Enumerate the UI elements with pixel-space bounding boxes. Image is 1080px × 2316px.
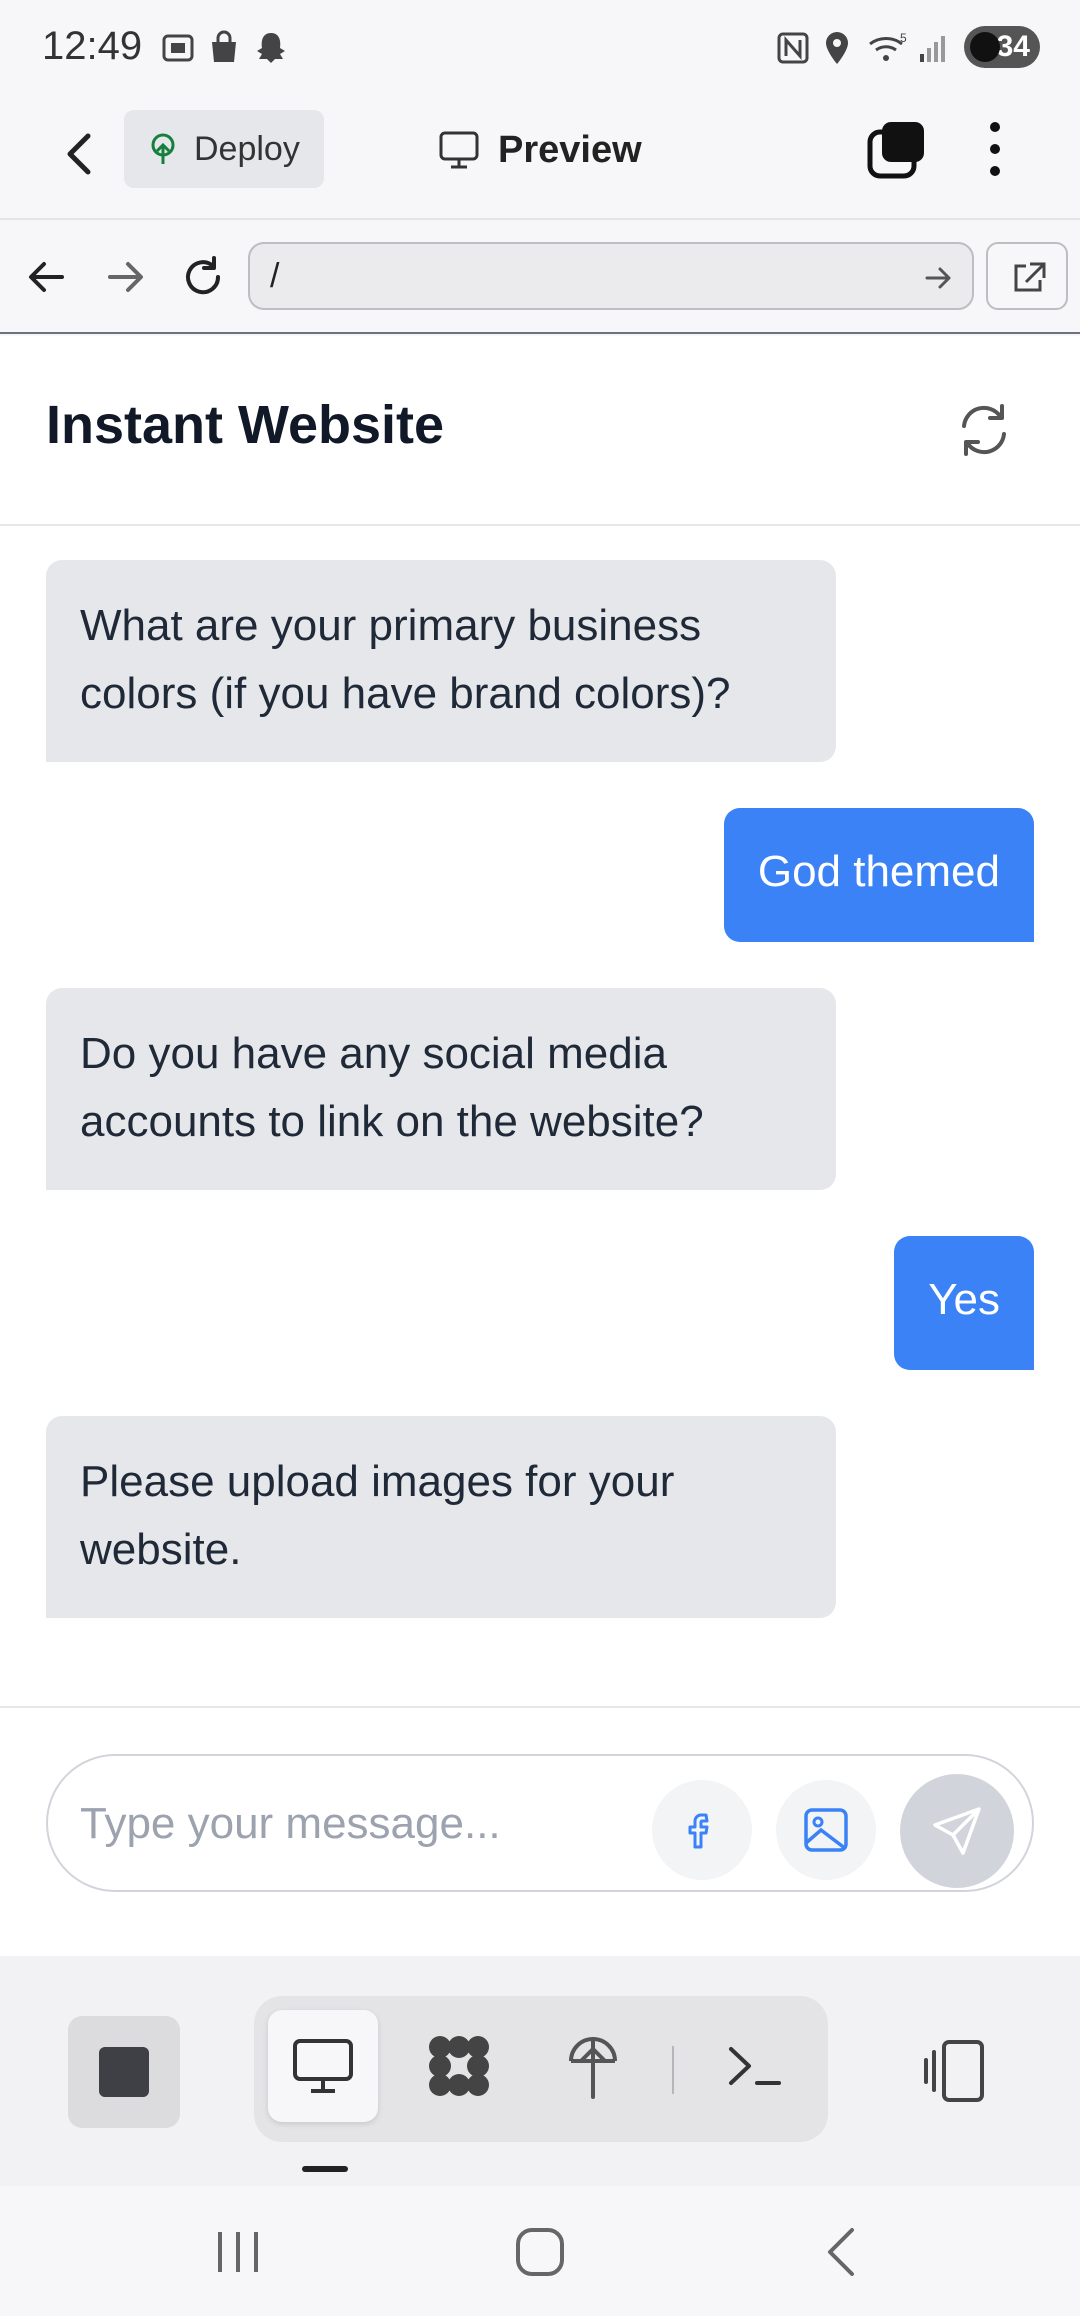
refresh-icon[interactable] <box>952 398 1016 462</box>
bottom-toolbar <box>0 1956 1080 2186</box>
deploy-button[interactable]: Deploy <box>124 110 324 188</box>
apps-icon <box>429 2036 489 2096</box>
battery-indicator: 34 <box>964 26 1040 68</box>
reload-icon[interactable] <box>178 252 228 302</box>
app-header: Deploy Preview <box>0 96 1080 220</box>
monitor-icon <box>439 131 479 169</box>
tabs-icon[interactable] <box>866 118 928 180</box>
active-indicator <box>302 2166 348 2172</box>
tab-preview[interactable] <box>268 2010 378 2122</box>
arrow-left-icon[interactable] <box>22 252 72 302</box>
view-switcher <box>254 1996 828 2142</box>
screenshot-icon <box>162 34 194 62</box>
bot-message: What are your primary business colors (i… <box>46 560 836 762</box>
system-back-icon[interactable] <box>812 2222 872 2282</box>
bot-message: Please upload images for your website. <box>46 1416 836 1618</box>
desktop-icon <box>293 2039 353 2093</box>
tab-apps[interactable] <box>404 2010 514 2122</box>
signal-icon <box>920 36 945 62</box>
message-composer <box>0 1706 1080 1956</box>
charging-icon <box>970 32 1000 62</box>
image-icon <box>804 1808 848 1852</box>
status-time: 12:49 <box>42 24 143 68</box>
back-icon[interactable] <box>50 124 110 184</box>
external-link-icon <box>1014 262 1046 292</box>
deploy-icon <box>569 2037 617 2099</box>
user-message: God themed <box>723 808 1034 942</box>
battery-level: 34 <box>996 30 1030 63</box>
recent-apps-icon[interactable] <box>208 2222 268 2282</box>
browser-bar: / <box>0 220 1080 334</box>
divider <box>672 2046 674 2094</box>
bot-message: Do you have any social media accounts to… <box>46 988 836 1190</box>
url-text: / <box>270 256 280 295</box>
message-input[interactable] <box>80 1786 660 1862</box>
system-navigation-bar <box>0 2186 1080 2316</box>
send-icon <box>933 1807 981 1855</box>
open-external-button[interactable] <box>986 242 1068 310</box>
send-button[interactable] <box>900 1774 1014 1888</box>
message-input-wrapper <box>46 1754 1034 1892</box>
go-arrow-icon[interactable] <box>922 262 954 294</box>
split-view-icon[interactable] <box>920 2036 990 2106</box>
stop-icon <box>99 2047 149 2097</box>
snapchat-icon <box>257 33 285 63</box>
location-icon <box>826 32 848 64</box>
page-header: Instant Website <box>0 336 1080 526</box>
page-title: Instant Website <box>46 395 445 455</box>
social-link-button[interactable] <box>652 1780 752 1880</box>
tab-console[interactable] <box>700 2010 810 2122</box>
web-preview: Instant Website What are your primary bu… <box>0 336 1080 1956</box>
upload-image-button[interactable] <box>776 1780 876 1880</box>
arrow-right-icon[interactable] <box>100 252 150 302</box>
deploy-icon <box>151 133 175 164</box>
home-icon[interactable] <box>510 2222 570 2282</box>
shopping-bag-icon <box>212 30 236 62</box>
terminal-icon <box>729 2047 781 2085</box>
svg-text:5: 5 <box>900 31 907 45</box>
status-bar: 12:49 5 34 <box>0 0 1080 96</box>
preview-label: Preview <box>498 128 642 171</box>
tab-deploy[interactable] <box>538 2010 648 2122</box>
facebook-icon <box>688 1813 709 1849</box>
more-icon[interactable] <box>980 118 1010 180</box>
preview-tab[interactable]: Preview <box>438 118 642 182</box>
deploy-label: Deploy <box>194 129 300 168</box>
stop-button[interactable] <box>68 2016 180 2128</box>
user-message: Yes <box>894 1236 1034 1370</box>
wifi-icon: 5 <box>869 31 907 61</box>
nfc-icon <box>777 32 809 64</box>
url-field[interactable]: / <box>248 242 974 310</box>
